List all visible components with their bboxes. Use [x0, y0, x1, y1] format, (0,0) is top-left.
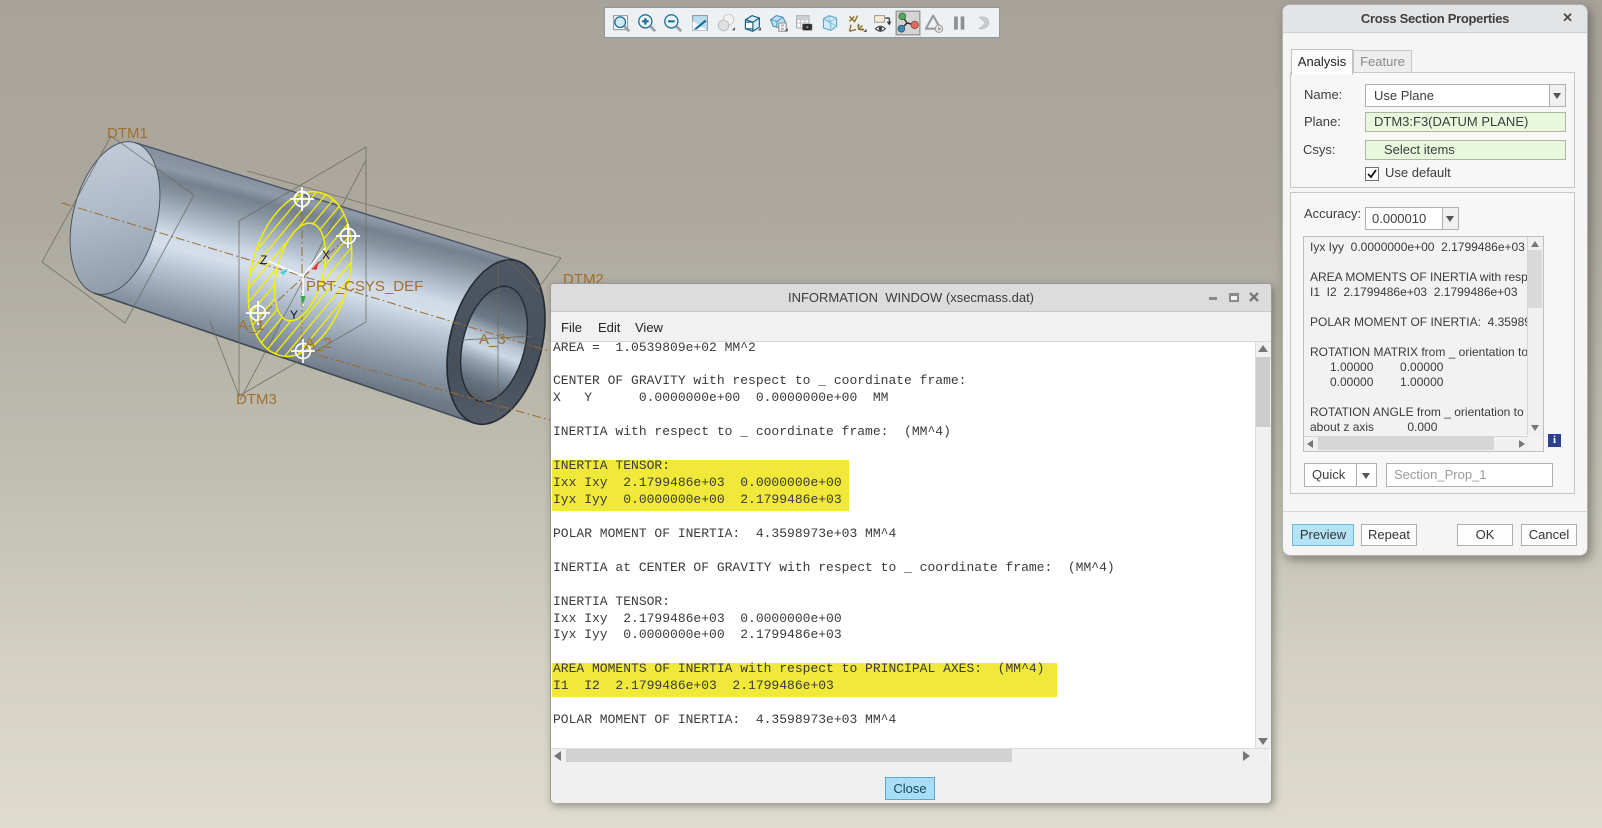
svg-text:A_3: A_3 [479, 331, 506, 348]
svg-text:Y: Y [290, 308, 298, 322]
svg-text:PRT_CSYS_DEF: PRT_CSYS_DEF [306, 278, 423, 295]
svg-text:DTM1: DTM1 [107, 125, 148, 142]
svg-text:Z: Z [260, 253, 267, 267]
svg-text:A_1: A_1 [238, 317, 265, 334]
svg-text:X: X [322, 248, 330, 262]
svg-text:A_2: A_2 [305, 335, 332, 352]
svg-text:DTM3: DTM3 [236, 391, 277, 408]
